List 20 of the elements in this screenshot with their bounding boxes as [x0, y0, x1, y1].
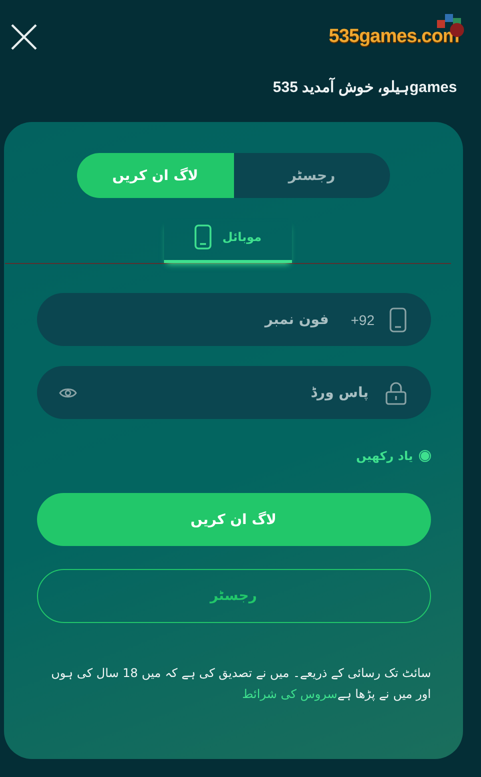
login-button[interactable]: لاگ ان کریں	[36, 493, 430, 546]
close-icon	[11, 24, 37, 50]
remember-label: یاد رکھیں	[356, 449, 413, 463]
phone-input[interactable]: فون نمبر	[58, 310, 331, 328]
terms-text: سائٹ تک رسائی کے ذریعے۔ میں نے تصدیق کی ہے کہ میں 18 سال کی ہوں اور میں نے پڑھا ہےسروس کی شرائط	[50, 665, 431, 703]
eye-icon	[58, 386, 76, 398]
terms-link[interactable]: سروس کی شرائط	[242, 687, 338, 701]
phone-icon	[194, 224, 212, 250]
method-tab[interactable]: موبائل	[164, 220, 292, 263]
register-button[interactable]: رجسٹر	[36, 569, 430, 623]
mode-tab[interactable]: رجسٹر	[234, 153, 390, 198]
logo-text: 535games.com	[328, 26, 459, 48]
close-button[interactable]	[11, 24, 37, 50]
phone-icon	[388, 306, 406, 332]
country-code: +92	[350, 312, 374, 328]
mode-tab[interactable]: لاگ ان کریں	[77, 153, 234, 198]
greeting-text: gamesہیلو، خوش آمدید 535	[272, 78, 457, 96]
lock-icon	[384, 380, 406, 404]
remember-radio[interactable]	[419, 450, 431, 462]
password-input[interactable]: پاس ورڈ	[90, 384, 370, 402]
